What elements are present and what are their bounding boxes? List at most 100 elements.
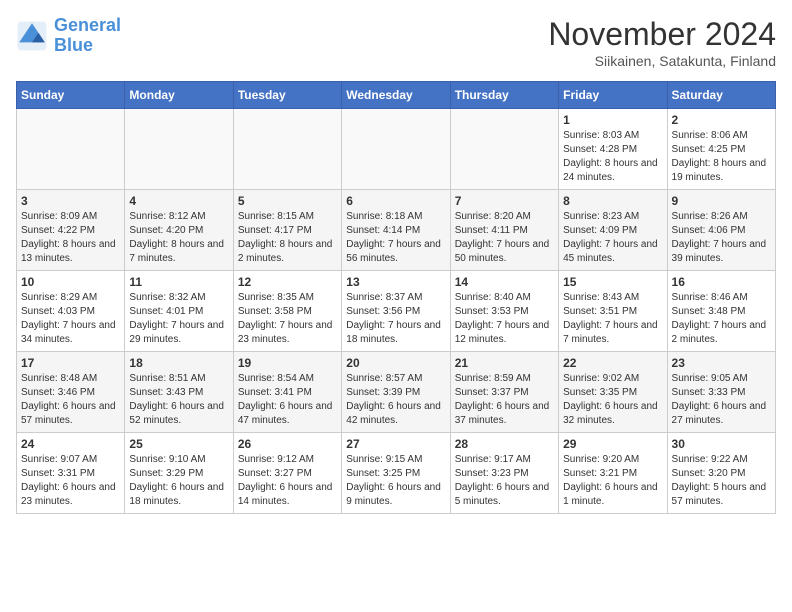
calendar-cell: 2 Sunrise: 8:06 AM Sunset: 4:25 PM Daylig… — [667, 109, 775, 190]
calendar-week-1: 1 Sunrise: 8:03 AM Sunset: 4:28 PM Daylig… — [17, 109, 776, 190]
day-info: Sunrise: 8:12 AM Sunset: 4:20 PM Dayligh… — [129, 210, 228, 266]
day-number: 30 — [672, 437, 771, 451]
day-number: 24 — [21, 437, 120, 451]
day-info: Sunrise: 8:29 AM Sunset: 4:03 PM Dayligh… — [21, 291, 120, 347]
day-number: 26 — [238, 437, 337, 451]
day-info: Sunrise: 8:57 AM Sunset: 3:39 PM Dayligh… — [346, 372, 445, 428]
logo-line1: General — [54, 15, 121, 35]
day-info: Sunrise: 8:43 AM Sunset: 3:51 PM Dayligh… — [563, 291, 662, 347]
day-info: Sunrise: 9:15 AM Sunset: 3:25 PM Dayligh… — [346, 453, 445, 509]
day-number: 16 — [672, 275, 771, 289]
logo-text: General Blue — [54, 16, 121, 56]
calendar-cell — [342, 109, 450, 190]
calendar-cell: 24 Sunrise: 9:07 AM Sunset: 3:31 PM Dayli… — [17, 433, 125, 514]
calendar-cell: 16Sunrise: 8:46 AM Sunset: 3:48 PM Dayli… — [667, 271, 775, 352]
calendar-table: SundayMondayTuesdayWednesdayThursdayFrid… — [16, 81, 776, 514]
day-info: Sunrise: 9:20 AM Sunset: 3:21 PM Dayligh… — [563, 453, 662, 509]
day-number: 27 — [346, 437, 445, 451]
day-number: 8 — [563, 194, 662, 208]
calendar-cell: 6 Sunrise: 8:18 AM Sunset: 4:14 PM Daylig… — [342, 190, 450, 271]
calendar-cell: 18Sunrise: 8:51 AM Sunset: 3:43 PM Dayli… — [125, 352, 233, 433]
calendar-cell: 10 Sunrise: 8:29 AM Sunset: 4:03 PM Dayli… — [17, 271, 125, 352]
subtitle: Siikainen, Satakunta, Finland — [548, 53, 776, 69]
day-number: 18 — [129, 356, 228, 370]
day-info: Sunrise: 8:26 AM Sunset: 4:06 PM Dayligh… — [672, 210, 771, 266]
logo-icon — [16, 20, 48, 52]
day-info: Sunrise: 8:40 AM Sunset: 3:53 PM Dayligh… — [455, 291, 554, 347]
logo: General Blue — [16, 16, 121, 56]
calendar-cell: 27 Sunrise: 9:15 AM Sunset: 3:25 PM Dayli… — [342, 433, 450, 514]
calendar-cell — [233, 109, 341, 190]
day-number: 7 — [455, 194, 554, 208]
day-number: 28 — [455, 437, 554, 451]
calendar-cell: 3 Sunrise: 8:09 AM Sunset: 4:22 PM Daylig… — [17, 190, 125, 271]
day-number: 2 — [672, 113, 771, 127]
day-number: 19 — [238, 356, 337, 370]
calendar-cell: 26 Sunrise: 9:12 AM Sunset: 3:27 PM Dayli… — [233, 433, 341, 514]
day-info: Sunrise: 8:20 AM Sunset: 4:11 PM Dayligh… — [455, 210, 554, 266]
header: General Blue November 2024 Siikainen, Sa… — [16, 16, 776, 69]
day-info: Sunrise: 8:23 AM Sunset: 4:09 PM Dayligh… — [563, 210, 662, 266]
calendar-cell: 19Sunrise: 8:54 AM Sunset: 3:41 PM Dayli… — [233, 352, 341, 433]
day-number: 13 — [346, 275, 445, 289]
calendar-week-5: 24 Sunrise: 9:07 AM Sunset: 3:31 PM Dayli… — [17, 433, 776, 514]
calendar-cell: 28Sunrise: 9:17 AM Sunset: 3:23 PM Dayli… — [450, 433, 558, 514]
calendar-cell: 5Sunrise: 8:15 AM Sunset: 4:17 PM Daylig… — [233, 190, 341, 271]
day-info: Sunrise: 8:35 AM Sunset: 3:58 PM Dayligh… — [238, 291, 337, 347]
day-number: 20 — [346, 356, 445, 370]
day-number: 22 — [563, 356, 662, 370]
title-area: November 2024 Siikainen, Satakunta, Finl… — [548, 16, 776, 69]
calendar-week-2: 3 Sunrise: 8:09 AM Sunset: 4:22 PM Daylig… — [17, 190, 776, 271]
day-number: 4 — [129, 194, 228, 208]
day-info: Sunrise: 9:10 AM Sunset: 3:29 PM Dayligh… — [129, 453, 228, 509]
day-number: 1 — [563, 113, 662, 127]
day-info: Sunrise: 9:07 AM Sunset: 3:31 PM Dayligh… — [21, 453, 120, 509]
day-info: Sunrise: 8:09 AM Sunset: 4:22 PM Dayligh… — [21, 210, 120, 266]
day-number: 10 — [21, 275, 120, 289]
day-info: Sunrise: 8:48 AM Sunset: 3:46 PM Dayligh… — [21, 372, 120, 428]
calendar-cell: 25 Sunrise: 9:10 AM Sunset: 3:29 PM Dayli… — [125, 433, 233, 514]
header-day-friday: Friday — [559, 82, 667, 109]
calendar-week-3: 10 Sunrise: 8:29 AM Sunset: 4:03 PM Dayli… — [17, 271, 776, 352]
calendar-cell: 20 Sunrise: 8:57 AM Sunset: 3:39 PM Dayli… — [342, 352, 450, 433]
calendar-cell: 22 Sunrise: 9:02 AM Sunset: 3:35 PM Dayli… — [559, 352, 667, 433]
day-number: 14 — [455, 275, 554, 289]
calendar-week-4: 17Sunrise: 8:48 AM Sunset: 3:46 PM Dayli… — [17, 352, 776, 433]
day-info: Sunrise: 8:06 AM Sunset: 4:25 PM Dayligh… — [672, 129, 771, 185]
day-info: Sunrise: 9:02 AM Sunset: 3:35 PM Dayligh… — [563, 372, 662, 428]
calendar-cell: 4 Sunrise: 8:12 AM Sunset: 4:20 PM Daylig… — [125, 190, 233, 271]
day-number: 3 — [21, 194, 120, 208]
header-day-saturday: Saturday — [667, 82, 775, 109]
calendar-cell: 11Sunrise: 8:32 AM Sunset: 4:01 PM Dayli… — [125, 271, 233, 352]
calendar-cell: 23 Sunrise: 9:05 AM Sunset: 3:33 PM Dayli… — [667, 352, 775, 433]
calendar-cell: 14 Sunrise: 8:40 AM Sunset: 3:53 PM Dayli… — [450, 271, 558, 352]
calendar-cell: 13 Sunrise: 8:37 AM Sunset: 3:56 PM Dayli… — [342, 271, 450, 352]
calendar-cell: 1 Sunrise: 8:03 AM Sunset: 4:28 PM Daylig… — [559, 109, 667, 190]
day-info: Sunrise: 9:22 AM Sunset: 3:20 PM Dayligh… — [672, 453, 771, 509]
calendar-cell: 8 Sunrise: 8:23 AM Sunset: 4:09 PM Daylig… — [559, 190, 667, 271]
header-day-thursday: Thursday — [450, 82, 558, 109]
day-info: Sunrise: 8:59 AM Sunset: 3:37 PM Dayligh… — [455, 372, 554, 428]
header-day-sunday: Sunday — [17, 82, 125, 109]
day-number: 23 — [672, 356, 771, 370]
day-info: Sunrise: 8:18 AM Sunset: 4:14 PM Dayligh… — [346, 210, 445, 266]
day-info: Sunrise: 8:32 AM Sunset: 4:01 PM Dayligh… — [129, 291, 228, 347]
calendar-cell: 30 Sunrise: 9:22 AM Sunset: 3:20 PM Dayli… — [667, 433, 775, 514]
day-number: 15 — [563, 275, 662, 289]
calendar-cell: 29Sunrise: 9:20 AM Sunset: 3:21 PM Dayli… — [559, 433, 667, 514]
day-info: Sunrise: 9:05 AM Sunset: 3:33 PM Dayligh… — [672, 372, 771, 428]
day-number: 6 — [346, 194, 445, 208]
day-number: 21 — [455, 356, 554, 370]
day-number: 25 — [129, 437, 228, 451]
calendar-body: 1 Sunrise: 8:03 AM Sunset: 4:28 PM Daylig… — [17, 109, 776, 514]
day-info: Sunrise: 8:37 AM Sunset: 3:56 PM Dayligh… — [346, 291, 445, 347]
day-info: Sunrise: 9:12 AM Sunset: 3:27 PM Dayligh… — [238, 453, 337, 509]
day-info: Sunrise: 8:15 AM Sunset: 4:17 PM Dayligh… — [238, 210, 337, 266]
calendar-cell — [450, 109, 558, 190]
header-day-monday: Monday — [125, 82, 233, 109]
calendar-cell: 17Sunrise: 8:48 AM Sunset: 3:46 PM Dayli… — [17, 352, 125, 433]
calendar-cell: 12 Sunrise: 8:35 AM Sunset: 3:58 PM Dayli… — [233, 271, 341, 352]
header-day-wednesday: Wednesday — [342, 82, 450, 109]
day-number: 12 — [238, 275, 337, 289]
day-info: Sunrise: 8:03 AM Sunset: 4:28 PM Dayligh… — [563, 129, 662, 185]
